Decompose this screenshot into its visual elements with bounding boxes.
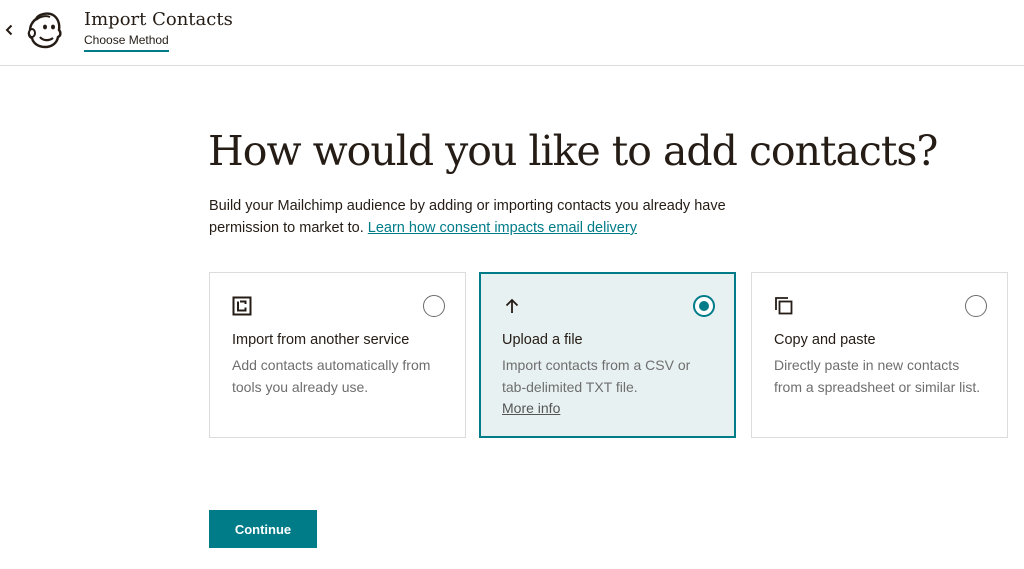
option-radio-import-service[interactable]	[423, 295, 445, 317]
option-card-copy-paste[interactable]: Copy and paste Directly paste in new con…	[751, 272, 1008, 438]
back-button[interactable]	[2, 21, 16, 39]
arrow-up-icon	[505, 298, 519, 313]
chevron-left-icon	[5, 24, 13, 36]
option-radio-copy-paste[interactable]	[965, 295, 987, 317]
more-info-link[interactable]: More info	[502, 400, 560, 416]
page-title: How would you like to add contacts?	[208, 127, 938, 175]
top-bar: Import Contacts Choose Method	[0, 0, 1024, 66]
continue-button[interactable]: Continue	[209, 510, 317, 548]
mailchimp-logo[interactable]	[26, 11, 62, 49]
option-description: Import contacts from a CSV or tab-delimi…	[502, 357, 691, 395]
option-radio-upload-file[interactable]	[693, 295, 715, 317]
option-description: Add contacts automatically from tools yo…	[232, 357, 431, 395]
tab-choose-method[interactable]: Choose Method	[84, 33, 169, 52]
page-header-title: Import Contacts	[84, 9, 233, 30]
option-description: Directly paste in new contacts from a sp…	[774, 357, 981, 395]
consent-info-link[interactable]: Learn how consent impacts email delivery	[368, 220, 637, 236]
option-card-upload-file[interactable]: Upload a file Import contacts from a CSV…	[479, 272, 736, 438]
option-title: Import from another service	[232, 332, 410, 348]
copy-icon	[775, 297, 793, 315]
import-service-icon	[232, 296, 252, 316]
option-title: Upload a file	[502, 332, 583, 348]
option-title: Copy and paste	[774, 332, 876, 348]
option-card-import-service[interactable]: Import from another service Add contacts…	[209, 272, 466, 438]
intro-text: Build your Mailchimp audience by adding …	[209, 195, 749, 239]
